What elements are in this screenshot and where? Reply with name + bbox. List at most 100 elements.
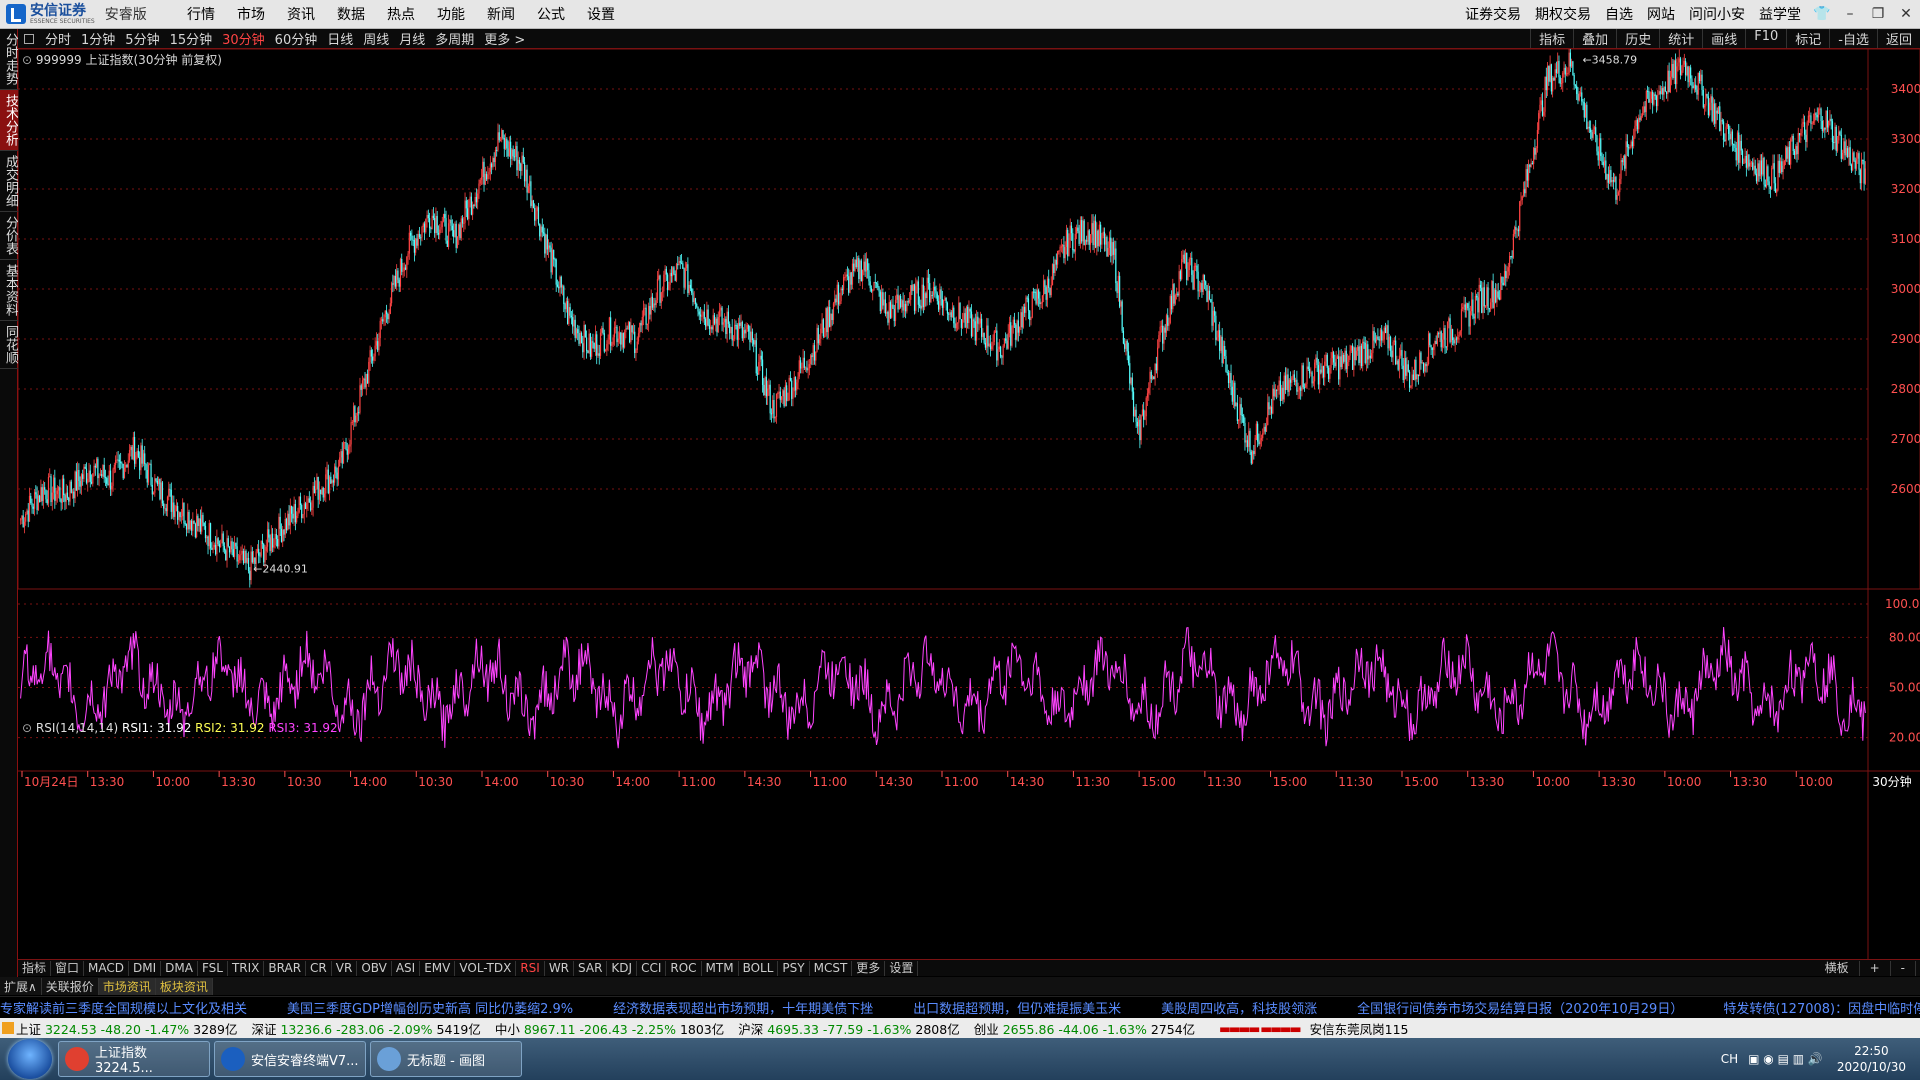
period-tab-9[interactable]: 多周期 <box>430 29 479 48</box>
left-tab-1[interactable]: 技术分析 <box>0 90 18 151</box>
indicator-tab-5[interactable]: FSL <box>198 960 228 976</box>
period-tab-3[interactable]: 15分钟 <box>165 29 218 48</box>
indicator-tab-14[interactable]: RSI <box>516 960 545 976</box>
toolbar-tab-3[interactable]: 统计 <box>1659 29 1702 48</box>
period-tab-1[interactable]: 1分钟 <box>76 29 120 48</box>
indicator-tab-17[interactable]: KDJ <box>607 960 638 976</box>
indicator-tab-8[interactable]: CR <box>306 960 332 976</box>
indicator-tab-12[interactable]: EMV <box>420 960 456 976</box>
right-menu-item-4[interactable]: 问问小安 <box>1682 4 1752 24</box>
news-item-2[interactable]: 经济数据表现超出市场预期，十年期美债下挫 <box>613 998 873 1017</box>
index-item-1[interactable]: 深证 13236.6 -283.06 -2.09% 5419亿 <box>251 1019 480 1038</box>
indicator-tab-18[interactable]: CCI <box>637 960 667 976</box>
news-item-3[interactable]: 出口数据超预期，但仍难提振美玉米 <box>913 998 1121 1017</box>
period-tab-0[interactable]: 分时 <box>40 29 76 48</box>
expand-tab-2[interactable]: 市场资讯 <box>98 977 156 995</box>
start-button[interactable] <box>8 1039 52 1079</box>
indicator-tab-10[interactable]: OBV <box>357 960 392 976</box>
toolbar-tab-5[interactable]: F10 <box>1745 29 1786 48</box>
indicator-tab-11[interactable]: ASI <box>392 960 421 976</box>
taskbar-item-1[interactable]: 安信安睿终端V7... <box>214 1041 366 1077</box>
indicator-tab-0[interactable]: 指标 <box>18 960 52 976</box>
period-tab-10[interactable]: 更多 > <box>479 29 530 48</box>
toolbar-tab-6[interactable]: 标记 <box>1786 29 1829 48</box>
indicator-right-1[interactable]: + <box>1860 960 1891 976</box>
right-menu-item-3[interactable]: 网站 <box>1640 4 1682 24</box>
close-icon[interactable]: ✕ <box>1892 6 1920 22</box>
indicator-tab-2[interactable]: MACD <box>84 960 130 976</box>
news-item-1[interactable]: 美国三季度GDP增幅创历史新高 同比仍萎缩2.9% <box>287 998 573 1017</box>
taskbar-item-0[interactable]: 上证指数 3224.5... <box>58 1041 210 1077</box>
right-menu-item-0[interactable]: 证券交易 <box>1458 4 1528 24</box>
menu-item-4[interactable]: 热点 <box>376 4 426 24</box>
indicator-tab-9[interactable]: VR <box>332 960 358 976</box>
indicator-tab-1[interactable]: 窗口 <box>51 960 85 976</box>
menu-item-7[interactable]: 公式 <box>526 4 576 24</box>
taskbar-item-2[interactable]: 无标题 - 画图 <box>370 1041 522 1077</box>
minimize-icon[interactable]: – <box>1836 6 1864 22</box>
news-item-4[interactable]: 美股周四收高，科技股领涨 <box>1161 998 1317 1017</box>
index-item-3[interactable]: 沪深 4695.33 -77.59 -1.63% 2808亿 <box>738 1019 959 1038</box>
left-tab-5[interactable]: 同花顺 <box>0 321 18 369</box>
index-item-2[interactable]: 中小 8967.11 -206.43 -2.25% 1803亿 <box>495 1019 724 1038</box>
index-item-4[interactable]: 创业 2655.86 -44.06 -1.63% 2754亿 <box>974 1019 1195 1038</box>
menu-item-3[interactable]: 数据 <box>326 4 376 24</box>
tray-icons[interactable]: ▣ ◉ ▤ ▥ 🔊 <box>1748 1052 1823 1066</box>
period-tab-7[interactable]: 周线 <box>358 29 394 48</box>
menu-item-6[interactable]: 新闻 <box>476 4 526 24</box>
indicator-right-0[interactable]: 横板 <box>1815 960 1860 976</box>
toolbar-tab-7[interactable]: -自选 <box>1829 29 1877 48</box>
menu-item-2[interactable]: 资讯 <box>276 4 326 24</box>
indicator-tab-13[interactable]: VOL-TDX <box>455 960 517 976</box>
expand-tab-1[interactable]: 关联报价 <box>42 977 99 995</box>
ime-indicator[interactable]: CH <box>1721 1052 1738 1066</box>
right-menu-item-5[interactable]: 益学堂 <box>1752 4 1808 24</box>
indicator-tab-23[interactable]: MCST <box>810 960 853 976</box>
news-item-0[interactable]: 专家解读前三季度全国规模以上文化及相关 <box>0 998 247 1017</box>
indicator-tab-21[interactable]: BOLL <box>739 960 779 976</box>
news-item-5[interactable]: 全国银行间债券市场交易结算日报（2020年10月29日） <box>1357 998 1683 1017</box>
indicator-tab-22[interactable]: PSY <box>778 960 810 976</box>
indicator-tab-20[interactable]: MTM <box>702 960 739 976</box>
period-tab-2[interactable]: 5分钟 <box>120 29 164 48</box>
toolbar-tab-8[interactable]: 返回 <box>1876 29 1920 48</box>
shirt-icon[interactable]: 👕 <box>1808 6 1836 22</box>
indicator-tab-15[interactable]: WR <box>545 960 575 976</box>
restore-icon[interactable]: ❐ <box>1864 6 1892 22</box>
toolbar-tab-1[interactable]: 叠加 <box>1573 29 1616 48</box>
period-tab-5[interactable]: 60分钟 <box>270 29 323 48</box>
left-tab-0[interactable]: 分时走势 <box>0 29 18 90</box>
toolbar-tab-0[interactable]: 指标 <box>1530 29 1573 48</box>
indicator-tab-25[interactable]: 设置 <box>885 960 919 976</box>
indicator-right-2[interactable]: - <box>1891 960 1916 976</box>
indicator-tab-19[interactable]: ROC <box>666 960 702 976</box>
menu-item-0[interactable]: 行情 <box>176 4 226 24</box>
expand-tab-3[interactable]: 板块资讯 <box>155 977 213 995</box>
indicator-tab-16[interactable]: SAR <box>574 960 608 976</box>
toolbar-tab-2[interactable]: 历史 <box>1616 29 1659 48</box>
chart-area[interactable]: 340033003200310030002900280027002600←345… <box>18 49 1920 959</box>
right-menu-item-2[interactable]: 自选 <box>1598 4 1640 24</box>
period-tab-6[interactable]: 日线 <box>322 29 358 48</box>
indicator-tab-4[interactable]: DMA <box>161 960 198 976</box>
left-tab-2[interactable]: 成交明细 <box>0 151 18 212</box>
indicator-tab-7[interactable]: BRAR <box>264 960 307 976</box>
period-tab-8[interactable]: 月线 <box>394 29 430 48</box>
expand-tab-0[interactable]: 扩展∧ <box>0 977 42 995</box>
toolbar-tab-4[interactable]: 画线 <box>1702 29 1745 48</box>
clock[interactable]: 22:50 2020/10/30 <box>1837 1043 1906 1075</box>
indicator-tab-3[interactable]: DMI <box>129 960 162 976</box>
left-tab-4[interactable]: 基本资料 <box>0 260 18 321</box>
menu-item-1[interactable]: 市场 <box>226 4 276 24</box>
right-menu-item-1[interactable]: 期权交易 <box>1528 4 1598 24</box>
indicator-tab-24[interactable]: 更多 <box>852 960 886 976</box>
layout-toggle-icon[interactable] <box>24 33 34 44</box>
rsi-settings-icon[interactable]: ⊙ <box>22 721 36 735</box>
period-tab-4[interactable]: 30分钟 <box>217 29 270 48</box>
menu-item-5[interactable]: 功能 <box>426 4 476 24</box>
news-item-6[interactable]: 特发转债(127008)：因盘中临时停牌于2020年10月30日开市停牌 <box>1723 998 1920 1017</box>
left-tab-3[interactable]: 分价表 <box>0 212 18 260</box>
indicator-tab-6[interactable]: TRIX <box>228 960 265 976</box>
index-item-0[interactable]: 上证 3224.53 -48.20 -1.47% 3289亿 <box>16 1019 237 1038</box>
menu-item-8[interactable]: 设置 <box>576 4 626 24</box>
